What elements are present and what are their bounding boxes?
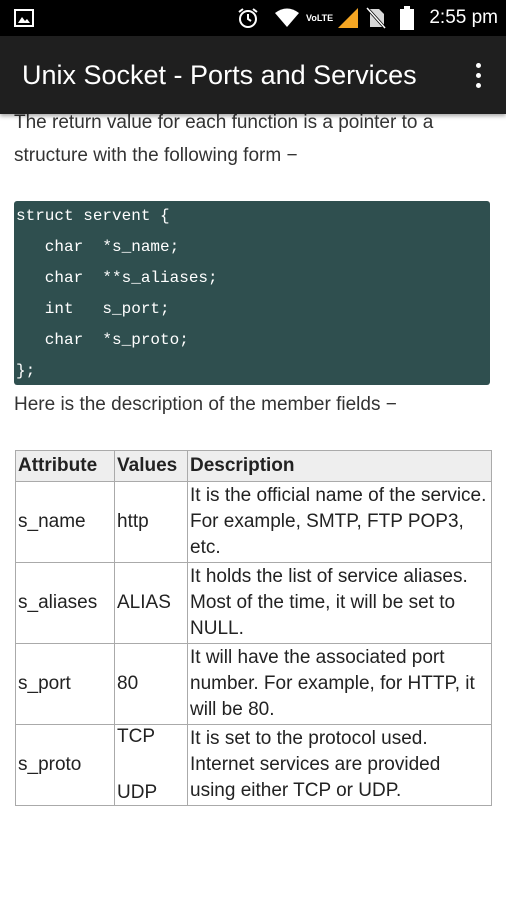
table-row: s_aliases ALIAS It holds the list of ser…: [15, 562, 492, 644]
image-icon: [14, 0, 34, 36]
table-row: s_port 80 It will have the associated po…: [15, 643, 492, 725]
code-line: char **s_aliases;: [16, 269, 218, 287]
page-title: Unix Socket - Ports and Services: [22, 60, 417, 90]
volte-label: VoLTE: [306, 13, 334, 23]
column-header-attribute: Attribute: [15, 450, 115, 482]
protocol-value: UDP: [117, 782, 158, 803]
code-line: int s_port;: [16, 300, 170, 318]
table-row: s_proto TCP UDP It is set to the protoco…: [15, 724, 492, 806]
alarm-icon: [236, 0, 260, 36]
no-sim-icon: [366, 0, 386, 36]
description-cell: It will have the associated port number.…: [187, 643, 492, 725]
members-intro-paragraph: Here is the description of the member fi…: [14, 394, 397, 415]
attribute-cell: s_name: [15, 481, 115, 563]
attribute-cell: s_aliases: [15, 562, 115, 644]
member-fields-table: Attribute Values Description s_name http…: [15, 450, 492, 806]
overflow-menu-icon[interactable]: [464, 58, 492, 92]
values-cell: 80: [114, 643, 188, 725]
table-header-row: Attribute Values Description: [15, 450, 492, 482]
table-row: s_name http It is the official name of t…: [15, 481, 492, 563]
intro-paragraph: The return value for each function is a …: [14, 114, 434, 166]
status-time: 2:55 pm: [429, 7, 498, 28]
attribute-cell: s_port: [15, 643, 115, 725]
signal-icon: [336, 0, 360, 36]
code-block: struct servent { char *s_name; char **s_…: [14, 201, 490, 385]
attribute-cell: s_proto: [15, 724, 115, 806]
column-header-description: Description: [187, 450, 492, 482]
values-cell: ALIAS: [114, 562, 188, 644]
status-bar: VoLTE 2:55 pm: [0, 0, 506, 36]
values-cell: http: [114, 481, 188, 563]
code-line: struct servent {: [16, 207, 170, 225]
description-cell: It is the official name of the service. …: [187, 481, 492, 563]
protocol-value: TCP: [117, 726, 155, 747]
code-line: char *s_proto;: [16, 331, 189, 349]
code-line: };: [16, 362, 36, 380]
wifi-icon: [274, 0, 300, 36]
battery-icon: [400, 0, 414, 36]
article-content: The return value for each function is a …: [0, 114, 506, 832]
values-cell: TCP UDP: [114, 724, 188, 806]
column-header-values: Values: [114, 450, 188, 482]
code-line: char *s_name;: [16, 238, 180, 256]
app-bar: Unix Socket - Ports and Services: [0, 36, 506, 114]
description-cell: It holds the list of service aliases. Mo…: [187, 562, 492, 644]
description-cell: It is set to the protocol used. Internet…: [187, 724, 492, 806]
